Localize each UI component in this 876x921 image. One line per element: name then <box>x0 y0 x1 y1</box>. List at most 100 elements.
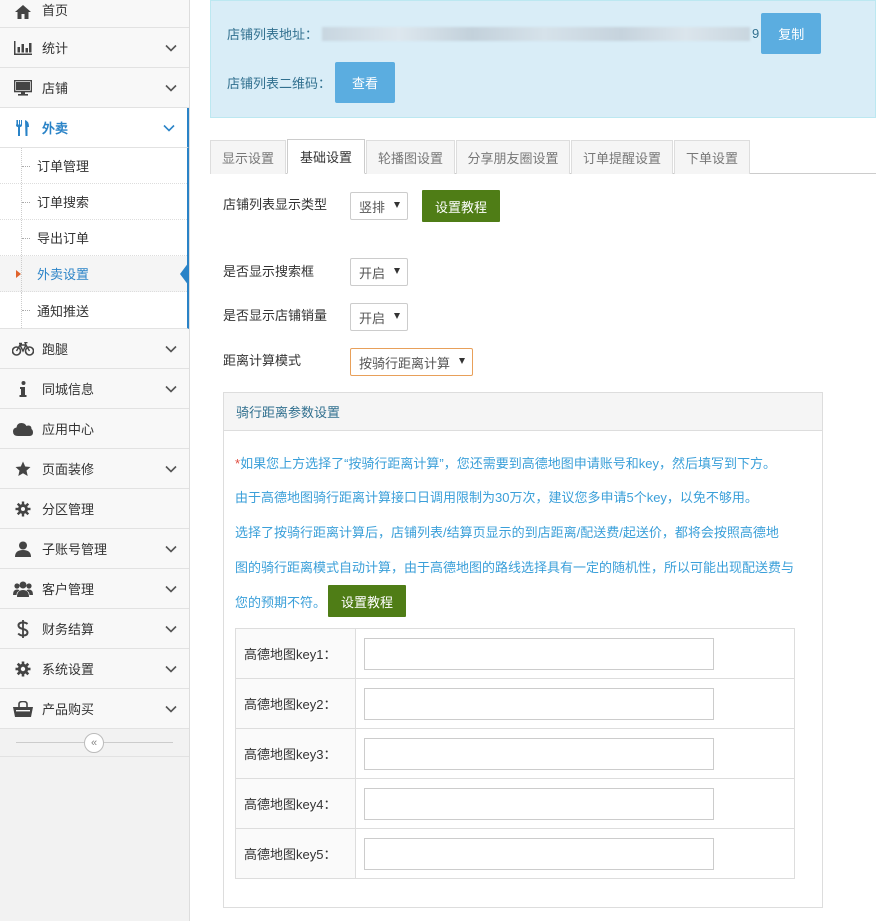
panel-note-2: 由于高德地图骑行距离计算接口日调用限制为30万次，建议您多申请5个key，以免不… <box>235 490 758 505</box>
sidebar-item-home[interactable]: 首页 <box>0 0 189 28</box>
dropdown-arrow-icon <box>459 358 465 364</box>
distance-mode-label: 距离计算模式 <box>223 353 302 368</box>
list-type-tutorial-button[interactable]: 设置教程 <box>422 190 501 222</box>
cycling-tutorial-button[interactable]: 设置教程 <box>328 585 407 617</box>
distance-mode-row: 距离计算模式 <box>223 350 301 369</box>
sidebar-item-label: 分区管理 <box>42 502 95 517</box>
tab-moments-share-settings[interactable]: 分享朋友圈设置 <box>456 140 570 174</box>
sidebar-item-finance[interactable]: 财务结算 <box>0 609 189 649</box>
copy-button[interactable]: 复制 <box>761 13 822 54</box>
chevron-down-icon <box>165 44 177 52</box>
distance-mode-value: 按骑行距离计算 <box>359 355 451 371</box>
show-search-select[interactable]: 开启 <box>350 258 408 286</box>
key5-label: 高德地图key5： <box>235 828 356 879</box>
store-qr-label: 店铺列表二维码： <box>227 76 332 91</box>
bicycle-icon <box>12 341 34 356</box>
sidebar-item-takeout[interactable]: 外卖 <box>0 108 189 148</box>
store-url-value-redacted <box>322 26 751 41</box>
submenu-item-takeout-settings[interactable]: 外卖设置 <box>0 256 189 292</box>
sidebar-item-system-settings[interactable]: 系统设置 <box>0 649 189 689</box>
sidebar-item-sub-accounts[interactable]: 子账号管理 <box>0 529 189 569</box>
sidebar-item-label: 子账号管理 <box>42 542 108 557</box>
key4-input[interactable] <box>364 787 714 820</box>
distance-mode-select[interactable]: 按骑行距离计算 <box>350 348 473 376</box>
chevron-down-icon <box>163 124 175 132</box>
sidebar-item-customers[interactable]: 客户管理 <box>0 569 189 609</box>
store-url-tail: 9 <box>752 26 760 41</box>
submenu-item-order-search[interactable]: 订单搜索 <box>0 184 187 220</box>
panel-note-1: *如果您上方选择了“按骑行距离计算”，您还需要到高德地图申请账号和key，然后填… <box>235 456 776 471</box>
key3-input[interactable] <box>364 737 714 770</box>
sidebar-item-label: 应用中心 <box>42 422 95 437</box>
settings-tabs: 显示设置 基础设置 轮播图设置 分享朋友圈设置 订单提醒设置 下单设置 <box>210 138 876 174</box>
panel-title: 骑行距离参数设置 <box>224 393 822 431</box>
sidebar-item-stats[interactable]: 统计 <box>0 28 189 68</box>
show-sales-label: 是否显示店铺销量 <box>223 308 328 323</box>
submenu-item-push-notifications[interactable]: 通知推送 <box>0 292 187 328</box>
submenu-item-export-orders[interactable]: 导出订单 <box>0 220 187 256</box>
users-icon <box>12 581 34 597</box>
key4-label: 高德地图key4： <box>235 778 356 829</box>
sidebar-item-store[interactable]: 店铺 <box>0 68 189 108</box>
sidebar-item-zone-management[interactable]: 分区管理 <box>0 489 189 529</box>
sidebar-item-label: 同城信息 <box>42 382 95 397</box>
home-icon <box>12 5 34 19</box>
sidebar-item-label: 店铺 <box>42 81 69 96</box>
sidebar-item-page-decoration[interactable]: 页面装修 <box>0 449 189 489</box>
submenu-item-label: 订单搜索 <box>37 195 90 210</box>
chevron-down-icon <box>165 705 177 713</box>
table-row: 高德地图key1： <box>235 628 795 679</box>
tab-carousel-settings[interactable]: 轮播图设置 <box>366 140 455 174</box>
sidebar-item-errand[interactable]: 跑腿 <box>0 329 189 369</box>
info-icon <box>12 380 34 397</box>
dropdown-arrow-icon <box>394 313 400 319</box>
key5-input[interactable] <box>364 837 714 870</box>
table-row: 高德地图key2： <box>235 678 795 729</box>
sidebar-item-label: 跑腿 <box>42 342 69 357</box>
panel-note-4: 图的骑行距离模式自动计算，由于高德地图的路线选择具有一定的随机性，所以可能出现配… <box>235 560 795 575</box>
main-content: 店铺列表地址： 9 复制 店铺列表二维码： 查看 显示设置 基础设置 轮播图设置… <box>190 0 876 921</box>
show-sales-select[interactable]: 开启 <box>350 303 408 331</box>
table-row: 高德地图key3： <box>235 728 795 779</box>
list-type-select[interactable]: 竖排 <box>350 192 408 220</box>
sidebar-item-app-center[interactable]: 应用中心 <box>0 409 189 449</box>
submenu-item-order-management[interactable]: 订单管理 <box>0 148 187 184</box>
view-qr-button[interactable]: 查看 <box>335 62 396 103</box>
sidebar-item-product-purchase[interactable]: 产品购买 <box>0 689 189 729</box>
collapse-sidebar-button[interactable]: « <box>84 733 104 753</box>
submenu-item-label: 订单管理 <box>37 159 90 174</box>
chevron-down-icon <box>165 465 177 473</box>
tab-display-settings[interactable]: 显示设置 <box>210 140 286 174</box>
list-type-value: 竖排 <box>359 199 386 215</box>
show-sales-value: 开启 <box>359 310 386 326</box>
store-qr-row: 店铺列表二维码： 查看 <box>227 62 396 103</box>
tab-order-reminder-settings[interactable]: 订单提醒设置 <box>571 140 673 174</box>
cycling-distance-panel: 骑行距离参数设置 *如果您上方选择了“按骑行距离计算”，您还需要到高德地图申请账… <box>223 392 823 908</box>
submenu-item-label: 导出订单 <box>37 231 90 246</box>
sidebar: 首页 统计 店铺 外卖 订单管理 订单搜索 导出订单 外卖设置 通知推送 跑腿 … <box>0 0 190 921</box>
caret-right-icon <box>16 269 21 278</box>
sidebar-item-label: 首页 <box>42 3 69 18</box>
show-search-row: 是否显示搜索框 <box>223 261 314 280</box>
sidebar-item-local-info[interactable]: 同城信息 <box>0 369 189 409</box>
app-root: 首页 统计 店铺 外卖 订单管理 订单搜索 导出订单 外卖设置 通知推送 跑腿 … <box>0 0 876 921</box>
key1-input[interactable] <box>364 637 714 670</box>
chevron-down-icon <box>165 545 177 553</box>
tab-basic-settings[interactable]: 基础设置 <box>287 139 365 174</box>
dropdown-arrow-icon <box>394 202 400 208</box>
list-type-row: 店铺列表显示类型 <box>223 194 327 213</box>
key2-input[interactable] <box>364 687 714 720</box>
cloud-icon <box>12 422 34 436</box>
tab-order-placement-settings[interactable]: 下单设置 <box>674 140 750 174</box>
store-list-info-box: 店铺列表地址： 9 复制 店铺列表二维码： 查看 <box>210 0 876 118</box>
submenu-item-label: 通知推送 <box>37 303 90 319</box>
chevron-down-icon <box>165 345 177 353</box>
sidebar-item-label: 系统设置 <box>42 662 95 677</box>
chevron-down-icon <box>165 625 177 633</box>
table-row: 高德地图key5： <box>235 828 795 879</box>
amap-keys-table: 高德地图key1： 高德地图key2： 高德地图key3： 高德地图key4： … <box>235 628 795 879</box>
chevron-down-icon <box>165 665 177 673</box>
show-search-label: 是否显示搜索框 <box>223 264 315 279</box>
sidebar-item-label: 外卖 <box>42 121 69 136</box>
takeout-submenu: 订单管理 订单搜索 导出订单 外卖设置 通知推送 <box>0 148 189 329</box>
